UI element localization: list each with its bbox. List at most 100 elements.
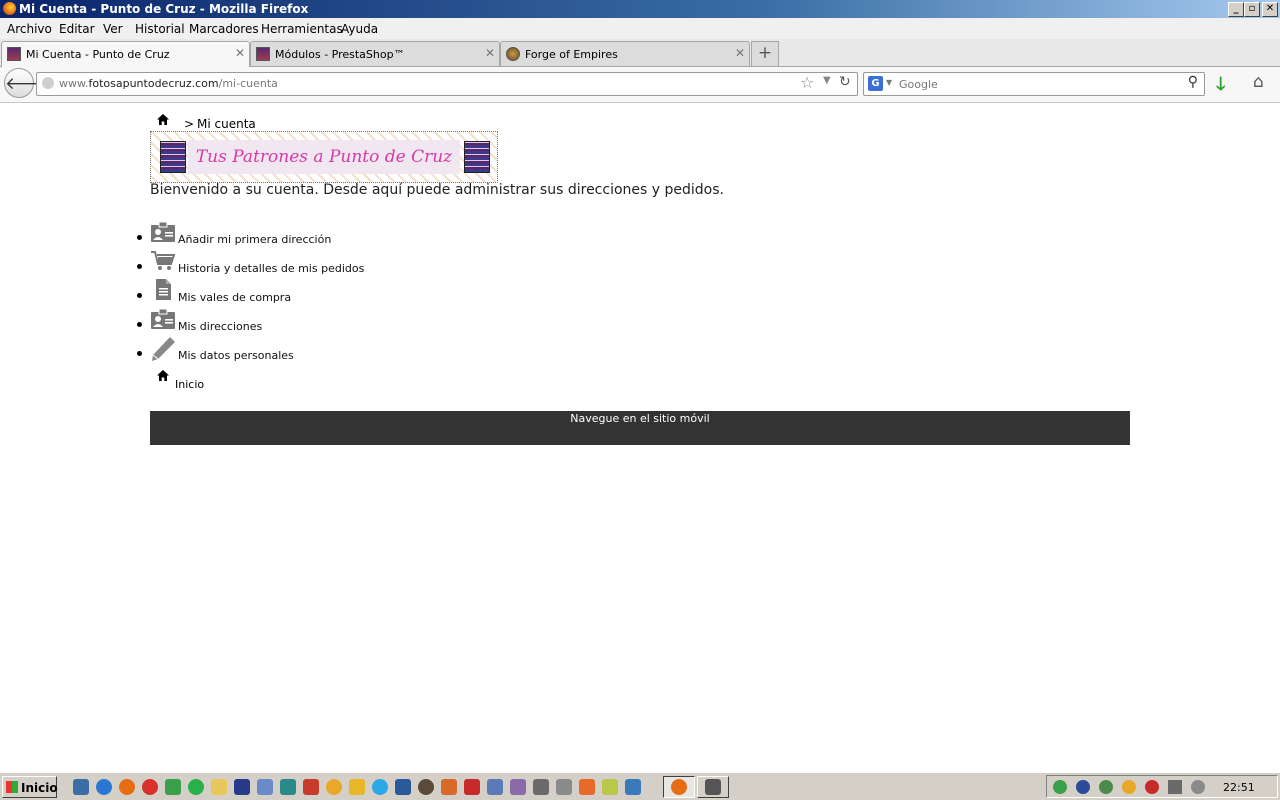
- logo-stitch-square-left: [160, 141, 186, 173]
- close-window-button[interactable]: ✕: [1262, 2, 1278, 17]
- app-icon[interactable]: [234, 779, 250, 795]
- menu-ver[interactable]: Ver: [103, 22, 123, 36]
- reload-icon[interactable]: ↻: [839, 74, 851, 90]
- tab-label: Mi Cuenta - Punto de Cruz: [26, 48, 170, 61]
- app-icon[interactable]: [280, 779, 296, 795]
- address-card-icon: [151, 308, 175, 329]
- show-desktop-icon[interactable]: [73, 779, 89, 795]
- skype-icon[interactable]: [372, 779, 388, 795]
- account-link-label: Historia y detalles de mis pedidos: [178, 262, 365, 275]
- app-icon[interactable]: [257, 779, 273, 795]
- close-tab-icon[interactable]: ✕: [235, 46, 245, 60]
- bookmark-star-icon[interactable]: ☆: [800, 73, 814, 92]
- tab-strip: Mi Cuenta - Punto de Cruz ✕ Módulos - Pr…: [0, 39, 1280, 67]
- tab-mi-cuenta[interactable]: Mi Cuenta - Punto de Cruz ✕: [1, 41, 250, 67]
- menu-historial[interactable]: Historial: [135, 22, 185, 36]
- search-placeholder: Google: [899, 78, 938, 91]
- app-icon[interactable]: [625, 779, 641, 795]
- minimize-button[interactable]: _: [1228, 2, 1244, 17]
- page-footer: Navegue en el sitio móvil: [150, 411, 1130, 445]
- tab-modulos-prestashop[interactable]: Módulos - PrestaShop™ ✕: [250, 41, 500, 66]
- document-icon: [156, 279, 171, 300]
- address-card-icon: [151, 221, 175, 242]
- clock[interactable]: 22:51: [1223, 781, 1255, 794]
- signal-icon[interactable]: [1168, 780, 1182, 794]
- app-icon[interactable]: [188, 779, 204, 795]
- maximize-button[interactable]: ▫: [1244, 2, 1260, 17]
- app-icon[interactable]: [487, 779, 503, 795]
- taskbar-firefox-window[interactable]: [663, 776, 695, 798]
- app-icon[interactable]: [602, 779, 618, 795]
- window-title-bar: Mi Cuenta - Punto de Cruz - Mozilla Fire…: [0, 0, 1280, 18]
- network-icon[interactable]: [1053, 780, 1067, 794]
- app-icon[interactable]: [418, 779, 434, 795]
- chrome-icon[interactable]: [142, 779, 158, 795]
- url-bar[interactable]: www.fotosapuntodecruz.com/mi-cuenta ☆ ▼ …: [36, 72, 858, 96]
- back-button[interactable]: 🡐: [4, 68, 51, 98]
- home-icon: [157, 370, 169, 381]
- app-icon[interactable]: [395, 779, 411, 795]
- close-tab-icon[interactable]: ✕: [485, 46, 495, 60]
- menu-herramientas[interactable]: Herramientas: [261, 22, 343, 36]
- url-text: www.fotosapuntodecruz.com/mi-cuenta: [59, 77, 278, 90]
- app-icon[interactable]: [510, 779, 526, 795]
- firefox-icon[interactable]: [119, 779, 135, 795]
- new-tab-button[interactable]: +: [751, 41, 779, 66]
- account-link-label: Mis direcciones: [178, 320, 263, 333]
- tab-forge-of-empires[interactable]: Forge of Empires ✕: [500, 41, 750, 66]
- tray-app-icon[interactable]: [1122, 780, 1136, 794]
- internet-explorer-icon[interactable]: [96, 779, 112, 795]
- forge-favicon-icon: [506, 47, 520, 61]
- logo-stitch-square-right: [464, 141, 490, 173]
- app-icon[interactable]: [533, 779, 549, 795]
- home-link-label: Inicio: [175, 378, 205, 391]
- app-icon[interactable]: [556, 779, 572, 795]
- prestashop-favicon-icon: [256, 47, 270, 61]
- home-icon[interactable]: [157, 114, 169, 125]
- site-logo[interactable]: Tus Patrones a Punto de Cruz: [150, 131, 498, 183]
- tab-label: Módulos - PrestaShop™: [275, 48, 405, 61]
- menu-ayuda[interactable]: Ayuda: [341, 22, 378, 36]
- downloader-icon[interactable]: [165, 779, 181, 795]
- history-dropdown-icon[interactable]: ▼: [823, 75, 831, 86]
- menu-editar[interactable]: Editar: [59, 22, 95, 36]
- app-icon: [705, 779, 721, 795]
- list-bullet: [137, 351, 142, 356]
- firefox-logo-icon: [3, 2, 16, 15]
- app-icon[interactable]: [579, 779, 595, 795]
- app-icon[interactable]: [349, 779, 365, 795]
- tray-app-icon[interactable]: [1099, 780, 1113, 794]
- filezilla-icon[interactable]: [303, 779, 319, 795]
- menu-archivo[interactable]: Archivo: [7, 22, 52, 36]
- engine-dropdown-icon[interactable]: ▼: [886, 78, 892, 87]
- list-bullet: [137, 322, 142, 327]
- messenger-icon[interactable]: [326, 779, 342, 795]
- search-icon[interactable]: ⚲: [1188, 74, 1198, 90]
- download-arrow-icon[interactable]: 🡓: [1216, 72, 1225, 102]
- breadcrumb-separator: >: [184, 117, 195, 131]
- site-identity-icon[interactable]: [42, 77, 54, 89]
- account-link-label: Añadir mi primera dirección: [178, 233, 332, 246]
- window-title: Mi Cuenta - Punto de Cruz - Mozilla Fire…: [19, 2, 309, 16]
- taskbar-app-window[interactable]: [697, 776, 729, 798]
- mobile-site-link[interactable]: Navegue en el sitio móvil: [570, 412, 709, 425]
- list-bullet: [137, 293, 142, 298]
- home-icon[interactable]: ⌂: [1253, 72, 1264, 92]
- google-engine-icon[interactable]: G: [868, 76, 883, 91]
- app-icon[interactable]: [441, 779, 457, 795]
- logo-text: Tus Patrones a Punto de Cruz: [188, 140, 460, 174]
- menu-bar: Archivo Editar Ver Historial Marcadores …: [0, 18, 1280, 39]
- tray-app-icon[interactable]: [1076, 780, 1090, 794]
- home-link[interactable]: Inicio: [157, 370, 204, 391]
- welcome-message: Bienvenido a su cuenta. Desde aquí puede…: [150, 182, 724, 198]
- search-bar[interactable]: G ▼ Google ⚲: [863, 72, 1205, 96]
- start-button[interactable]: Inicio: [2, 776, 58, 798]
- app-icon[interactable]: [464, 779, 480, 795]
- menu-marcadores[interactable]: Marcadores: [189, 22, 259, 36]
- tray-app-icon[interactable]: [1145, 780, 1159, 794]
- folder-icon[interactable]: [211, 779, 227, 795]
- volume-icon[interactable]: [1191, 780, 1205, 794]
- account-link-label: Mis datos personales: [178, 349, 294, 362]
- cart-icon: [151, 251, 176, 270]
- close-tab-icon[interactable]: ✕: [735, 46, 745, 60]
